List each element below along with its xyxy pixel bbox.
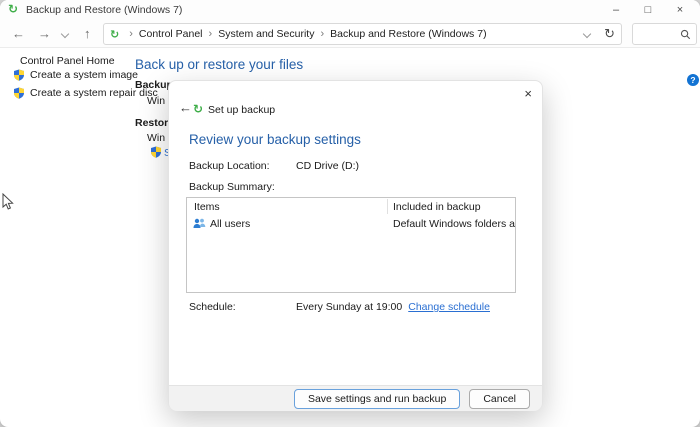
search-box[interactable] — [632, 23, 697, 45]
uac-shield-icon — [13, 69, 25, 81]
restore-status-text: Win — [147, 132, 165, 144]
dialog-footer: Save settings and run backup Cancel — [169, 385, 542, 411]
cancel-button[interactable]: Cancel — [469, 389, 530, 409]
navigation-bar: ← → ↑ ↻ › Control Panel › System and Sec… — [0, 20, 700, 48]
sidebar-item-control-panel-home[interactable]: Control Panel Home — [20, 55, 115, 67]
backup-app-icon: ↻ — [8, 3, 18, 15]
title-bar: ↻ Backup and Restore (Windows 7) – □ × — [0, 0, 700, 20]
address-dropdown-chevron-icon[interactable] — [583, 30, 591, 38]
table-header: Items Included in backup — [187, 198, 515, 215]
table-row[interactable]: All users Default Windows folders and lo… — [187, 215, 515, 232]
uac-shield-icon — [13, 87, 25, 99]
breadcrumb-separator: › — [129, 28, 133, 40]
help-icon[interactable]: ? — [687, 74, 699, 86]
column-header-items[interactable]: Items — [187, 198, 387, 215]
schedule-row: Every Sunday at 19:00 Change schedule — [296, 301, 490, 313]
control-panel-icon: ↻ — [110, 28, 119, 41]
backup-location-value: CD Drive (D:) — [296, 160, 359, 172]
forward-button[interactable]: → — [38, 26, 51, 42]
breadcrumb-item-backup-restore[interactable]: Backup and Restore (Windows 7) — [330, 28, 486, 40]
refresh-icon[interactable]: ↻ — [604, 28, 615, 40]
backup-status-text: Win — [147, 95, 165, 107]
window-title: Backup and Restore (Windows 7) — [26, 4, 182, 16]
column-header-included[interactable]: Included in backup — [388, 201, 515, 213]
dialog-heading: Review your backup settings — [189, 132, 361, 147]
breadcrumb[interactable]: ↻ › Control Panel › System and Security … — [103, 23, 622, 45]
backup-location-label: Backup Location: — [189, 160, 270, 172]
dialog-title: Set up backup — [208, 104, 275, 116]
back-button[interactable]: ← — [12, 26, 25, 42]
maximize-button[interactable]: □ — [632, 0, 664, 20]
users-icon — [193, 218, 206, 229]
search-input[interactable] — [638, 27, 680, 41]
window-controls: – □ × — [600, 0, 696, 20]
sidebar-item-create-system-image[interactable]: Create a system image — [13, 69, 138, 81]
breadcrumb-separator: › — [320, 28, 324, 40]
backup-summary-label: Backup Summary: — [189, 181, 275, 193]
dialog-close-icon[interactable]: × — [524, 86, 532, 101]
minimize-button[interactable]: – — [600, 0, 632, 20]
backup-and-restore-window: ↻ Backup and Restore (Windows 7) – □ × ←… — [0, 0, 700, 427]
mouse-cursor — [2, 193, 14, 211]
dialog-back-button[interactable]: ← — [179, 101, 192, 115]
breadcrumb-separator: › — [209, 28, 213, 40]
schedule-label: Schedule: — [189, 301, 236, 313]
change-schedule-link[interactable]: Change schedule — [408, 301, 490, 313]
close-button[interactable]: × — [664, 0, 696, 20]
sidebar-item-label: Create a system image — [30, 69, 138, 81]
table-cell-item: All users — [210, 218, 250, 230]
set-up-backup-dialog: × ← ↻ Set up backup Review your backup s… — [168, 80, 543, 410]
page-title: Back up or restore your files — [135, 57, 303, 72]
schedule-value: Every Sunday at 19:00 — [296, 301, 402, 313]
table-cell-included: Default Windows folders and lo... — [388, 218, 515, 230]
recent-pages-chevron-icon[interactable] — [61, 30, 69, 38]
search-icon — [680, 29, 691, 40]
breadcrumb-item-system-and-security[interactable]: System and Security — [218, 28, 314, 40]
save-settings-button[interactable]: Save settings and run backup — [294, 389, 460, 409]
setup-backup-icon: ↻ — [193, 103, 203, 115]
backup-summary-table: Items Included in backup All users Defau… — [186, 197, 516, 293]
breadcrumb-item-control-panel[interactable]: Control Panel — [139, 28, 203, 40]
up-button[interactable]: ↑ — [84, 26, 91, 42]
uac-shield-icon — [150, 146, 162, 158]
